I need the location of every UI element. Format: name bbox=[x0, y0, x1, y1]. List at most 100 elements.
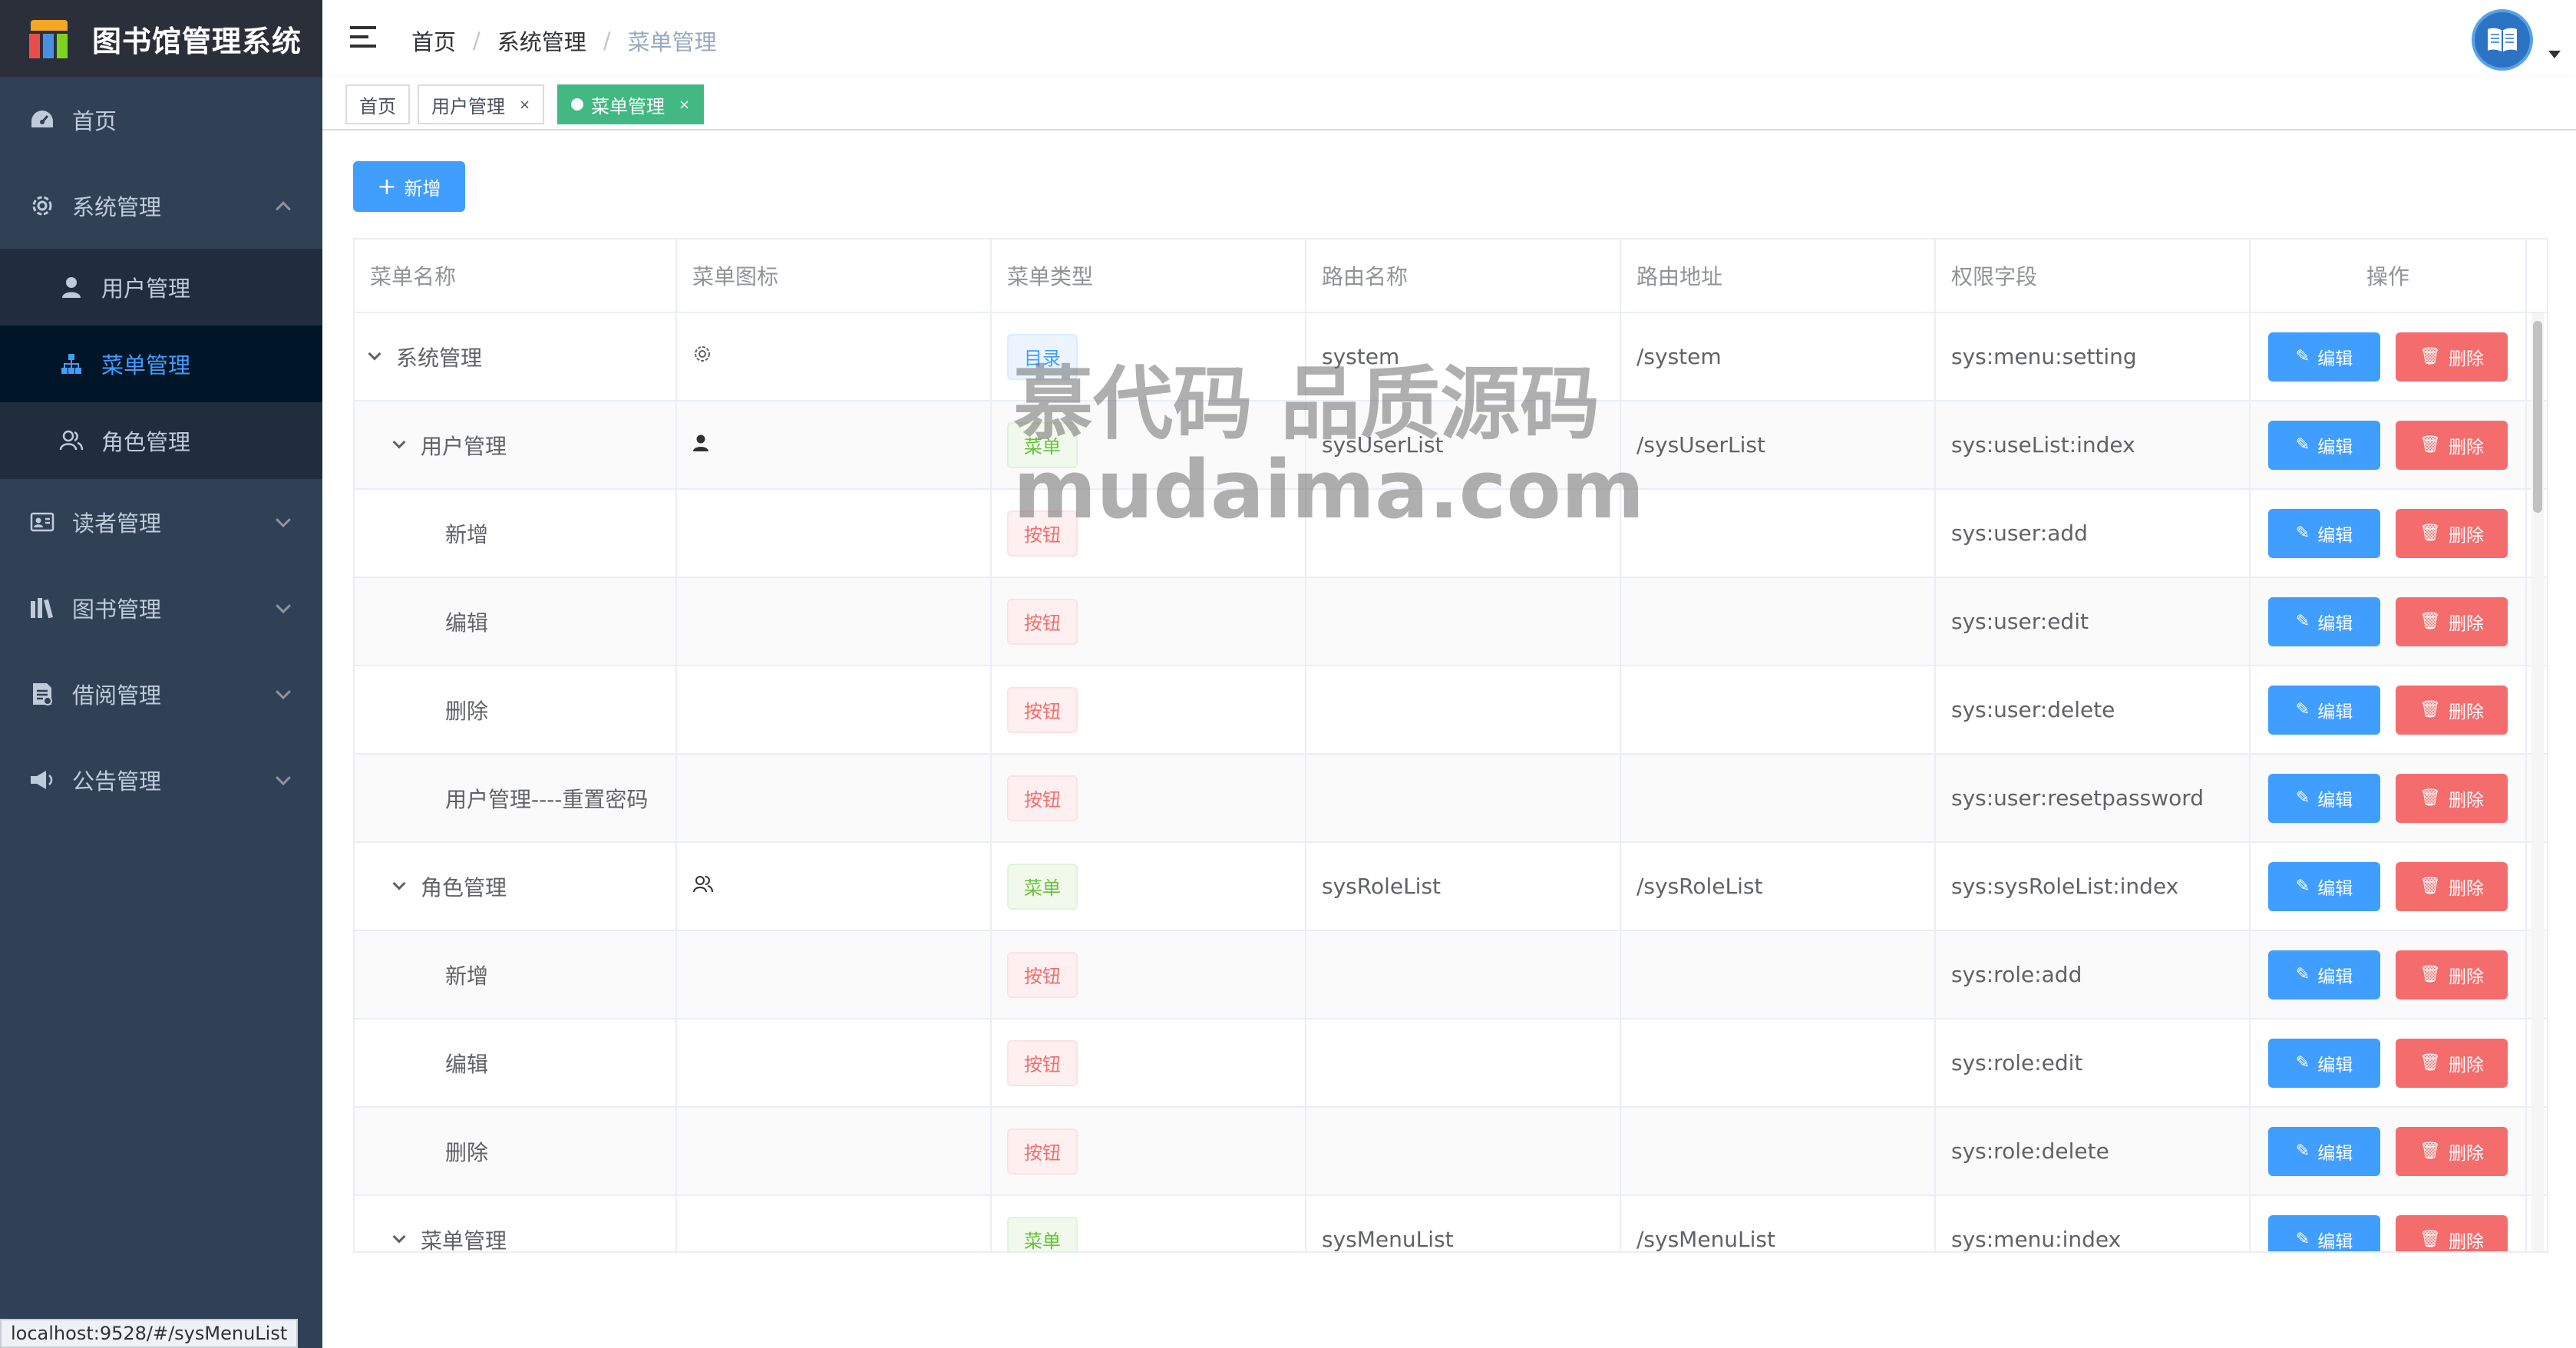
active-dot-icon bbox=[571, 98, 583, 111]
sidebar-item-users[interactable]: 用户管理 bbox=[0, 249, 322, 325]
table-header: 菜单名称 菜单图标 菜单类型 路由名称 路由地址 权限字段 操作 bbox=[355, 240, 2547, 313]
cell-menu-name: 菜单管理 bbox=[355, 1196, 677, 1253]
delete-button[interactable]: 🗑 删除 bbox=[2396, 861, 2508, 911]
trash-icon: 🗑 bbox=[2419, 965, 2441, 984]
sidebar-item-label: 读者管理 bbox=[72, 510, 162, 537]
avatar[interactable] bbox=[2472, 9, 2533, 71]
gear-icon bbox=[692, 344, 712, 369]
sidebar-item-label: 公告管理 bbox=[72, 768, 162, 795]
book-icon bbox=[2488, 28, 2517, 52]
cell-permission: sys:menu:setting bbox=[1936, 313, 2251, 400]
cell-menu-type: 按钮 bbox=[992, 490, 1306, 577]
sidebar-item-system[interactable]: 系统管理 bbox=[0, 163, 322, 249]
expand-arrow-icon[interactable] bbox=[368, 347, 381, 360]
close-icon[interactable]: × bbox=[519, 97, 530, 113]
column-header: 路由名称 bbox=[1306, 240, 1621, 312]
delete-button[interactable]: 🗑 删除 bbox=[2396, 1038, 2508, 1088]
breadcrumb-home[interactable]: 首页 bbox=[411, 25, 456, 57]
scrollbar-thumb[interactable] bbox=[2533, 321, 2542, 513]
cell-actions: ✎ 编辑 🗑 删除 bbox=[2251, 666, 2527, 753]
library-logo-icon bbox=[28, 17, 71, 60]
expand-arrow-icon[interactable] bbox=[392, 1230, 406, 1243]
edit-button[interactable]: ✎ 编辑 bbox=[2268, 1126, 2380, 1176]
hamburger-icon[interactable] bbox=[350, 26, 376, 49]
add-menu-button[interactable]: + 新增 bbox=[353, 161, 465, 212]
edit-button[interactable]: ✎ 编辑 bbox=[2268, 1038, 2380, 1088]
trash-icon: 🗑 bbox=[2419, 612, 2441, 631]
delete-label: 删除 bbox=[2448, 790, 2484, 811]
delete-button[interactable]: 🗑 删除 bbox=[2396, 1214, 2508, 1251]
breadcrumb-separator: / bbox=[473, 28, 481, 54]
cell-actions: ✎ 编辑 🗑 删除 bbox=[2251, 843, 2527, 930]
edit-icon: ✎ bbox=[2295, 524, 2310, 543]
delete-button[interactable]: 🗑 删除 bbox=[2396, 420, 2508, 470]
cell-permission: sys:sysRoleList:index bbox=[1936, 843, 2251, 930]
menu-name-text: 用户管理----重置密码 bbox=[445, 786, 649, 812]
delete-button[interactable]: 🗑 删除 bbox=[2396, 332, 2508, 382]
tag-menus[interactable]: 菜单管理 × bbox=[557, 84, 705, 124]
caret-down-icon[interactable] bbox=[2548, 51, 2561, 58]
column-header: 菜单类型 bbox=[992, 240, 1306, 312]
cell-menu-icon bbox=[677, 931, 992, 1018]
edit-button[interactable]: ✎ 编辑 bbox=[2268, 420, 2380, 470]
table-row: 用户管理 菜单 sysUserList/sysUserList sys:useList… bbox=[355, 401, 2547, 490]
submenu-system: 用户管理 菜单管理 角色管理 bbox=[0, 249, 322, 479]
cell-menu-name: 编辑 bbox=[355, 578, 677, 665]
table-row: 删除 按钮 sys:role:delete ✎ 编辑 🗑 删除 bbox=[355, 1108, 2547, 1196]
cell-menu-name: 新增 bbox=[355, 931, 677, 1018]
edit-button[interactable]: ✎ 编辑 bbox=[2268, 773, 2380, 823]
edit-label: 编辑 bbox=[2317, 1055, 2353, 1075]
sidebar-item-books[interactable]: 图书管理 bbox=[0, 565, 322, 651]
edit-button[interactable]: ✎ 编辑 bbox=[2268, 1214, 2380, 1251]
cell-actions: ✎ 编辑 🗑 删除 bbox=[2251, 931, 2527, 1018]
edit-button[interactable]: ✎ 编辑 bbox=[2268, 685, 2380, 735]
cell-route-name: sysUserList bbox=[1306, 401, 1621, 488]
delete-button[interactable]: 🗑 删除 bbox=[2396, 596, 2508, 646]
logo[interactable]: 图书馆管理系统 bbox=[0, 0, 322, 77]
cell-route-name bbox=[1306, 666, 1621, 753]
sidebar-item-borrow[interactable]: 借阅管理 bbox=[0, 651, 322, 737]
column-header: 菜单图标 bbox=[677, 240, 992, 312]
expand-arrow-icon[interactable] bbox=[392, 435, 406, 448]
breadcrumb-system[interactable]: 系统管理 bbox=[497, 25, 586, 57]
close-icon[interactable]: × bbox=[679, 97, 690, 113]
delete-button[interactable]: 🗑 删除 bbox=[2396, 685, 2508, 735]
cell-menu-name: 系统管理 bbox=[355, 313, 677, 400]
cell-route-name bbox=[1306, 1019, 1621, 1106]
trash-icon: 🗑 bbox=[2419, 1142, 2441, 1161]
megaphone-icon bbox=[29, 767, 55, 793]
delete-button[interactable]: 🗑 删除 bbox=[2396, 1126, 2508, 1176]
sidebar-item-readers[interactable]: 读者管理 bbox=[0, 479, 322, 565]
edit-label: 编辑 bbox=[2317, 966, 2353, 987]
edit-button[interactable]: ✎ 编辑 bbox=[2268, 332, 2380, 382]
sidebar: 图书馆管理系统 首页 系统管理 用户管理 菜单管理 角色管理 读者管理 图书管理… bbox=[0, 0, 322, 1348]
cell-route-path bbox=[1621, 666, 1936, 753]
expand-arrow-icon[interactable] bbox=[392, 877, 406, 890]
delete-button[interactable]: 🗑 删除 bbox=[2396, 508, 2508, 558]
table-scrollbar[interactable] bbox=[2531, 313, 2544, 1251]
menu-name-text: 菜单管理 bbox=[421, 1227, 507, 1253]
cell-menu-name: 新增 bbox=[355, 490, 677, 577]
delete-button[interactable]: 🗑 删除 bbox=[2396, 950, 2508, 999]
chevron-down-icon bbox=[276, 512, 291, 528]
tag-users[interactable]: 用户管理 × bbox=[418, 84, 545, 124]
sidebar-item-roles[interactable]: 角色管理 bbox=[0, 402, 322, 479]
sidebar-item-notices[interactable]: 公告管理 bbox=[0, 737, 322, 823]
edit-button[interactable]: ✎ 编辑 bbox=[2268, 861, 2380, 911]
cell-route-name bbox=[1306, 490, 1621, 577]
people-icon bbox=[58, 428, 84, 454]
menu-type-tag: 按钮 bbox=[1007, 686, 1078, 733]
cell-menu-type: 按钮 bbox=[992, 755, 1306, 841]
edit-button[interactable]: ✎ 编辑 bbox=[2268, 596, 2380, 646]
gear-icon bbox=[29, 193, 55, 219]
edit-label: 编辑 bbox=[2317, 349, 2353, 369]
edit-button[interactable]: ✎ 编辑 bbox=[2268, 950, 2380, 999]
tag-home[interactable]: 首页 bbox=[345, 84, 410, 124]
sidebar-item-home[interactable]: 首页 bbox=[0, 77, 322, 163]
cell-menu-icon bbox=[677, 578, 992, 665]
delete-button[interactable]: 🗑 删除 bbox=[2396, 773, 2508, 823]
cell-menu-name: 用户管理----重置密码 bbox=[355, 755, 677, 841]
edit-button[interactable]: ✎ 编辑 bbox=[2268, 508, 2380, 558]
menu-name-text: 删除 bbox=[445, 1139, 489, 1165]
sidebar-item-menus[interactable]: 菜单管理 bbox=[0, 325, 322, 402]
